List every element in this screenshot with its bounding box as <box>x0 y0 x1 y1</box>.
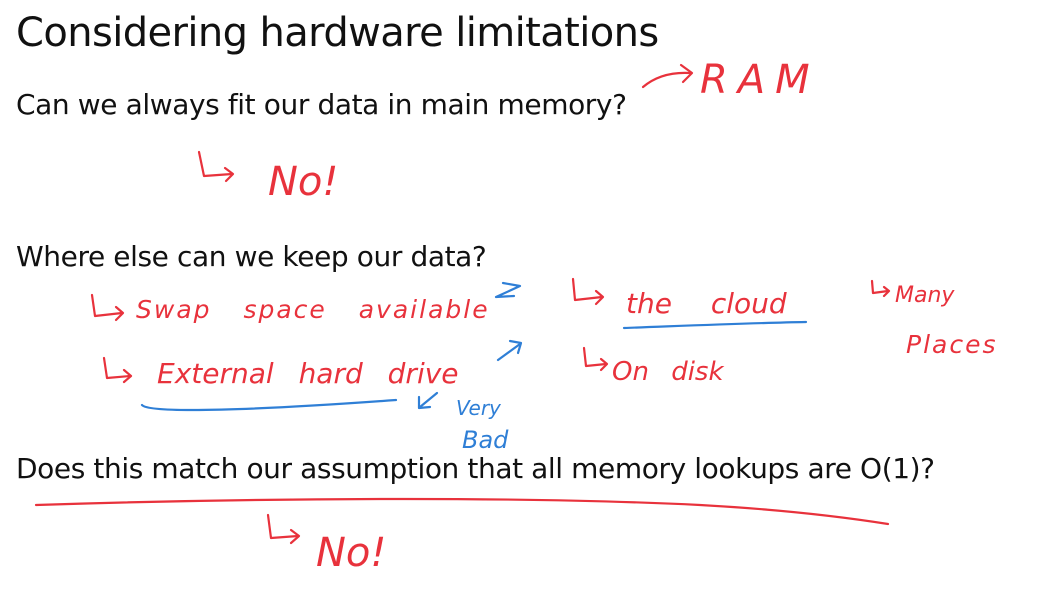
handwritten-annotations: RAM No! Swap space available the cloud M… <box>34 57 998 576</box>
hook-arrow-external <box>102 356 132 380</box>
annotation-very: Very <box>456 396 502 420</box>
hook-arrow-disk <box>582 346 608 368</box>
blue-arrow-very-bad <box>418 391 439 409</box>
hook-arrow-no1 <box>197 150 234 178</box>
arrow-to-ram <box>641 71 692 89</box>
annotation-the-cloud: the cloud <box>626 287 787 320</box>
annotation-on-disk: On disk <box>612 357 724 387</box>
annotation-places: Places <box>906 330 998 359</box>
annotation-bad: Bad <box>462 426 509 454</box>
underline-external-drive <box>140 398 398 412</box>
hook-arrow-cloud <box>571 277 604 302</box>
annotation-no-2: No! <box>316 530 386 576</box>
hook-arrow-swap <box>90 293 124 318</box>
annotation-ram: RAM <box>700 57 820 103</box>
slide: Considering hardware limitations Can we … <box>0 0 1043 589</box>
annotation-external-drive: External hard drive <box>157 357 459 390</box>
underline-question3 <box>34 497 890 526</box>
blue-arrow-drive <box>496 342 522 362</box>
hook-arrow-no2 <box>266 513 300 540</box>
annotation-many: Many <box>895 283 955 308</box>
annotation-swap-space: Swap space available <box>136 295 490 324</box>
blue-check-swap <box>494 281 522 299</box>
underline-the-cloud <box>622 320 808 330</box>
annotation-no-1: No! <box>268 159 338 205</box>
